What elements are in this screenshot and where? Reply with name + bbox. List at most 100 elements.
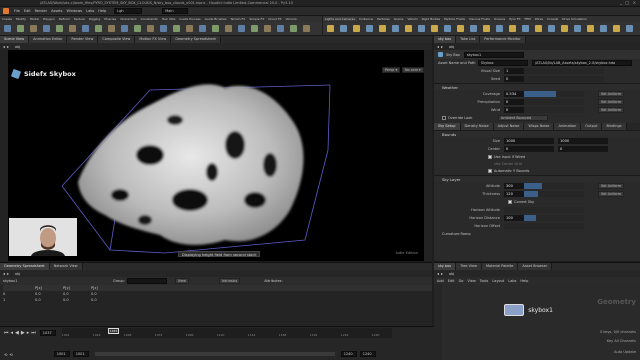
shelf-tab[interactable]: Lights and Cameras [323, 17, 357, 21]
wind-slider[interactable] [524, 107, 584, 113]
tab-render-view[interactable]: Render View [67, 36, 99, 43]
shelf-tool-icon[interactable] [69, 25, 76, 32]
jump-end-icon[interactable]: ⏭ [30, 330, 37, 336]
shelf-tab[interactable]: Deform [57, 17, 72, 21]
subtab-bindings[interactable]: Bindings [602, 123, 627, 130]
shelf-tab[interactable]: Muscles [102, 17, 118, 21]
shelf-tab[interactable]: Vellum [405, 17, 419, 21]
table-row[interactable]: 1 0.0 0.0 0.0 [3, 297, 432, 303]
maximize-icon[interactable]: □ [625, 0, 629, 5]
spreadsheet-path[interactable]: obj [15, 272, 20, 276]
shelf-tool-icon[interactable] [121, 25, 128, 32]
timeline-track[interactable]: 1001 1024 1048 1072 1096 1120 1144 1168 … [61, 328, 392, 338]
menu-file[interactable]: File [12, 9, 22, 13]
thickness-field[interactable]: 120 [504, 191, 524, 197]
altitude-slider[interactable] [524, 183, 584, 189]
back-icon[interactable]: ◂ [437, 271, 439, 276]
shelf-tab[interactable]: Collisions [357, 17, 375, 21]
shelf-tool-icon[interactable] [290, 25, 297, 32]
wind-set-uniform-button[interactable]: Set Uniform [598, 107, 625, 113]
forward-icon[interactable]: ▸ [7, 44, 9, 49]
shelf-tab[interactable]: Volume [284, 17, 299, 21]
net-menu-tools[interactable]: Tools [480, 279, 493, 283]
shelf-tool-icon[interactable] [444, 25, 451, 32]
tab-geometry-spreadsheet-bottom[interactable]: Geometry Spreadsheet [0, 263, 50, 270]
visual-size-field[interactable]: 1 [504, 68, 524, 74]
auto-update-label[interactable]: Auto Update [614, 350, 636, 354]
tab-motion-fx-view[interactable]: Motion FX View [135, 36, 172, 43]
param-path[interactable]: obj [449, 45, 454, 49]
group-field[interactable] [126, 278, 167, 284]
shelf-tool-icon[interactable] [574, 25, 581, 32]
shelf-tool-icon[interactable] [82, 25, 89, 32]
shelf-tool-icon[interactable] [457, 25, 464, 32]
shelf-tool-icon[interactable] [587, 25, 594, 32]
precipitation-set-uniform-button[interactable]: Set Uniform [598, 99, 625, 105]
shelf-tool-icon[interactable] [173, 25, 180, 32]
tab-material-palette[interactable]: Material Palette [481, 263, 519, 270]
shelf-tool-icon[interactable] [160, 25, 167, 32]
size-y-field[interactable]: 1000 [558, 138, 608, 144]
shelf-tool-icon[interactable] [613, 25, 620, 32]
seed-slider[interactable] [524, 76, 604, 82]
net-menu-edit[interactable]: Edit [448, 279, 459, 283]
close-icon[interactable]: × [633, 0, 636, 5]
shelf-tool-icon[interactable] [277, 25, 284, 32]
horizon-offset-slider[interactable] [504, 223, 584, 229]
precipitation-field[interactable]: 0 [504, 99, 524, 105]
shelf-tab[interactable]: Characters [118, 17, 138, 21]
shelf-tab[interactable]: Simple FX [247, 17, 266, 21]
menu-help[interactable]: Help [96, 9, 108, 13]
view-menu[interactable]: View [174, 278, 189, 284]
shelf-tool-icon[interactable] [379, 25, 386, 32]
use-input-checkbox[interactable] [488, 155, 492, 159]
altitude-field[interactable]: 300 [504, 183, 524, 189]
shelf-tab[interactable]: Wires [533, 17, 545, 21]
shelf-tool-icon[interactable] [251, 25, 258, 32]
shelf-tool-icon[interactable] [392, 25, 399, 32]
subtab-wisps-noise[interactable]: Wisps Noise [524, 123, 555, 130]
asset-name-field[interactable]: Skybox [478, 60, 528, 66]
tab-scene-view[interactable]: Scene View [0, 36, 30, 43]
thickness-set-uniform-button[interactable]: Set Uniform [598, 191, 625, 197]
visual-size-slider[interactable] [524, 68, 604, 74]
seed-field[interactable]: 0 [504, 76, 524, 82]
subtab-adjust-noise[interactable]: Adjust Noise [493, 123, 525, 130]
shelf-tool-icon[interactable] [264, 25, 271, 32]
shelf-tab[interactable]: FEM [523, 17, 533, 21]
shelf-tool-icon[interactable] [303, 25, 310, 32]
subtab-animation[interactable]: Animation [554, 123, 582, 130]
shelf-tool-icon[interactable] [225, 25, 232, 32]
forward-icon[interactable]: ▸ [441, 44, 443, 49]
minimize-icon[interactable]: _ [620, 0, 622, 5]
tab-performance-monitor[interactable]: Performance Monitor [480, 36, 526, 43]
menu-assets[interactable]: Assets [49, 9, 64, 13]
override-look-checkbox[interactable] [442, 116, 446, 120]
altitude-set-uniform-button[interactable]: Set Uniform [598, 183, 625, 189]
shelf-tab[interactable]: Crowds [545, 17, 560, 21]
shelf-tab[interactable]: Modify [14, 17, 28, 21]
sky-layer-section[interactable]: Sky Layer [434, 175, 640, 182]
shelf-tab[interactable]: Polygon [41, 17, 57, 21]
shelf-tab[interactable]: Terrain FX [228, 17, 247, 21]
column-header[interactable]: P[y] [63, 286, 91, 290]
range-end-field[interactable]: 1240 [340, 351, 357, 357]
shelf-tool-icon[interactable] [509, 25, 516, 32]
tab-composite-view[interactable]: Composite View [98, 36, 136, 43]
shelf-tool-icon[interactable] [431, 25, 438, 32]
shelf-tab[interactable]: Grains [392, 17, 406, 21]
range-icon[interactable]: ⟲ [8, 352, 13, 357]
tab-tree-view[interactable]: Tree View [456, 263, 482, 270]
key-all-channels-label[interactable]: Key All Channels [607, 339, 636, 343]
shelf-tool-icon[interactable] [43, 25, 50, 32]
wind-field[interactable]: 0 [504, 107, 524, 113]
net-menu-layout[interactable]: Layout [492, 279, 508, 283]
forward-icon[interactable]: ▸ [441, 271, 443, 276]
net-menu-add[interactable]: Add [437, 279, 448, 283]
shelf-tab[interactable]: Pyro FX [507, 17, 522, 21]
range-start-field[interactable]: 1001 [53, 351, 70, 357]
shelf-tool-icon[interactable] [418, 25, 425, 32]
shelf-tab[interactable]: Drive Simulation [560, 17, 589, 21]
shelf-tool-icon[interactable] [134, 25, 141, 32]
shelf-tool-icon[interactable] [56, 25, 63, 32]
